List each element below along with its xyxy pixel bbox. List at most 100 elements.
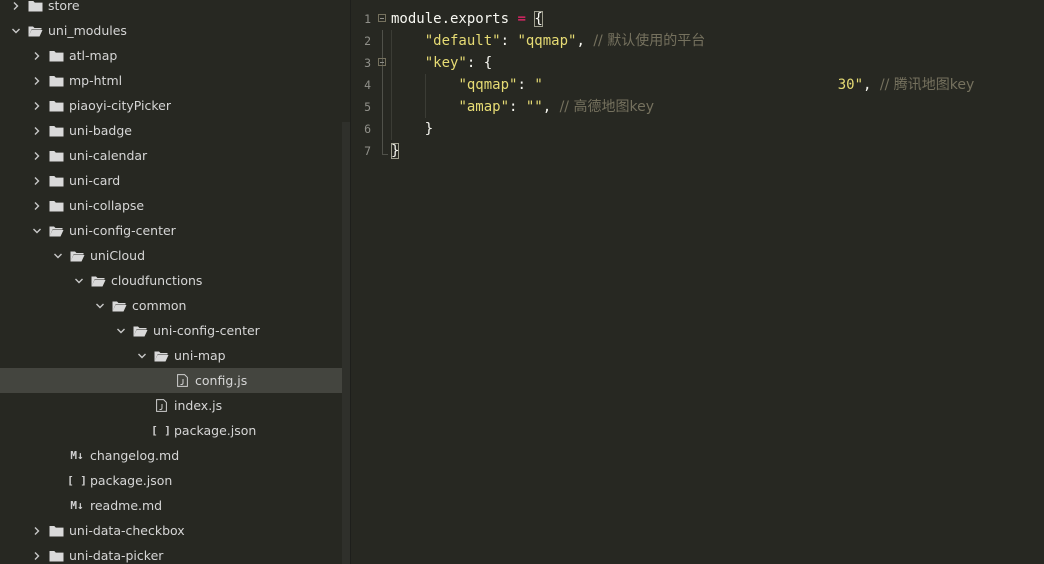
file-row-config-js[interactable]: config.js	[0, 368, 342, 393]
folder-row-uni-data-checkbox[interactable]: uni-data-checkbox	[0, 518, 342, 543]
line-number: 4	[364, 78, 371, 92]
code-token-pun: :	[509, 99, 526, 115]
markdown-file-icon: M↓	[69, 499, 85, 513]
code-token-key: "default"	[424, 33, 501, 49]
folder-row-uni-modules[interactable]: uni_modules	[0, 18, 342, 43]
chevron-right-icon[interactable]	[29, 543, 45, 564]
folder-row-common[interactable]: common	[0, 293, 342, 318]
code-editor[interactable]: 1 module.exports = {2 "default": "qqmap",…	[351, 0, 1044, 564]
code-token-key: "key"	[424, 55, 467, 71]
chevron-right-icon[interactable]	[29, 168, 45, 193]
folder-icon	[48, 524, 64, 538]
folder-row-atl-map[interactable]: atl-map	[0, 43, 342, 68]
file-row-package-json[interactable]: [ ] package.json	[0, 418, 342, 443]
markdown-icon-glyph: M↓	[70, 499, 84, 512]
file-row-readme-md[interactable]: M↓ readme.md	[0, 493, 342, 518]
folder-row-uni-badge[interactable]: uni-badge	[0, 118, 342, 143]
code-token-pun: ,	[542, 99, 560, 115]
folder-row-store[interactable]: store	[0, 0, 342, 18]
tree-item-label: uni-collapse	[69, 198, 145, 213]
json-file-icon: [ ]	[67, 474, 87, 488]
folder-row-uni-config-center[interactable]: uni-config-center	[0, 318, 342, 343]
explorer-scrollbar[interactable]	[342, 122, 350, 564]
folder-row-piaoyi-citypicker[interactable]: piaoyi-cityPicker	[0, 93, 342, 118]
code-text: "key": {	[391, 52, 492, 74]
code-token-str: " 30"	[534, 77, 864, 93]
folder-open-icon	[90, 274, 106, 288]
chevron-right-icon[interactable]	[29, 93, 45, 118]
file-explorer: store uni_modules atl-map mp-html piaoyi-cit…	[0, 0, 342, 564]
chevron-right-icon[interactable]	[29, 43, 45, 68]
chevron-down-icon[interactable]	[92, 293, 108, 318]
code-token-str: ""	[525, 99, 543, 115]
tree-item-label: atl-map	[69, 48, 118, 63]
js-file-icon	[153, 399, 169, 413]
folder-row-mp-html[interactable]: mp-html	[0, 68, 342, 93]
chevron-right-icon[interactable]	[29, 143, 45, 168]
code-line[interactable]: 3 "key": {	[351, 52, 1044, 74]
file-row-index-js[interactable]: index.js	[0, 393, 342, 418]
folder-icon	[48, 174, 64, 188]
code-token-pun: ,	[863, 77, 880, 93]
chevron-right-icon[interactable]	[29, 193, 45, 218]
code-token-key: "amap"	[458, 99, 510, 115]
line-number: 3	[364, 56, 371, 70]
indent-guide	[425, 74, 426, 118]
folder-row-uni-calendar[interactable]: uni-calendar	[0, 143, 342, 168]
folder-row-uni-card[interactable]: uni-card	[0, 168, 342, 193]
tree-item-label: uni-card	[69, 173, 121, 188]
tree-item-label: index.js	[174, 398, 223, 413]
tree-item-label: uni-map	[174, 348, 226, 363]
code-line[interactable]: 6 }	[351, 118, 1044, 140]
json-icon-glyph: [ ]	[67, 474, 87, 487]
chevron-right-icon[interactable]	[29, 518, 45, 543]
folder-row-uni-config-center[interactable]: uni-config-center	[0, 218, 342, 243]
tree-item-label: uni-config-center	[69, 223, 176, 238]
code-text: }	[391, 140, 400, 162]
folder-row-uni-data-picker[interactable]: uni-data-picker	[0, 543, 342, 564]
code-token-pun: : {	[466, 55, 493, 71]
tree-item-label: uni_modules	[48, 23, 127, 38]
tree-item-label: package.json	[174, 423, 257, 438]
chevron-right-icon[interactable]	[29, 68, 45, 93]
code-token-pun	[391, 33, 425, 49]
line-number: 1	[364, 12, 371, 26]
code-line[interactable]: 4 "qqmap": " 30", // 腾讯地图key	[351, 74, 1044, 96]
code-line[interactable]: 5 "amap": "", // 高德地图key	[351, 96, 1044, 118]
code-token-pun: }	[391, 121, 434, 137]
chevron-right-icon[interactable]	[29, 118, 45, 143]
folder-icon	[48, 49, 64, 63]
json-file-icon: [ ]	[151, 424, 171, 438]
chevron-right-icon[interactable]	[8, 0, 24, 18]
chevron-down-icon[interactable]	[134, 343, 150, 368]
fold-toggle-icon[interactable]	[378, 14, 386, 22]
folder-open-icon	[48, 224, 64, 238]
chevron-down-icon[interactable]	[71, 268, 87, 293]
tree-item-label: uni-data-picker	[69, 548, 164, 563]
line-number: 2	[364, 34, 371, 48]
folder-row-unicloud[interactable]: uniCloud	[0, 243, 342, 268]
tree-item-label: mp-html	[69, 73, 123, 88]
folder-row-uni-map[interactable]: uni-map	[0, 343, 342, 368]
chevron-down-icon[interactable]	[113, 318, 129, 343]
tree-item-label: package.json	[90, 473, 173, 488]
folder-icon	[48, 199, 64, 213]
code-line[interactable]: 2 "default": "qqmap", // 默认使用的平台	[351, 30, 1044, 52]
tree-item-label: readme.md	[90, 498, 163, 513]
chevron-down-icon[interactable]	[29, 218, 45, 243]
chevron-down-icon[interactable]	[8, 18, 24, 43]
fold-toggle-icon[interactable]	[378, 58, 386, 66]
code-line[interactable]: 1 module.exports = {	[351, 8, 1044, 30]
code-text: module.exports = {	[391, 8, 543, 30]
file-row-package-json[interactable]: [ ] package.json	[0, 468, 342, 493]
folder-row-uni-collapse[interactable]: uni-collapse	[0, 193, 342, 218]
code-token-pun: ,	[576, 33, 594, 49]
line-number: 5	[364, 100, 371, 114]
folder-open-icon	[69, 249, 85, 263]
folder-row-cloudfunctions[interactable]: cloudfunctions	[0, 268, 342, 293]
code-token-cmt: // 默认使用的平台	[593, 33, 706, 49]
code-line[interactable]: 7}	[351, 140, 1044, 162]
chevron-down-icon[interactable]	[50, 243, 66, 268]
file-row-changelog-md[interactable]: M↓ changelog.md	[0, 443, 342, 468]
tree-item-label: cloudfunctions	[111, 273, 203, 288]
